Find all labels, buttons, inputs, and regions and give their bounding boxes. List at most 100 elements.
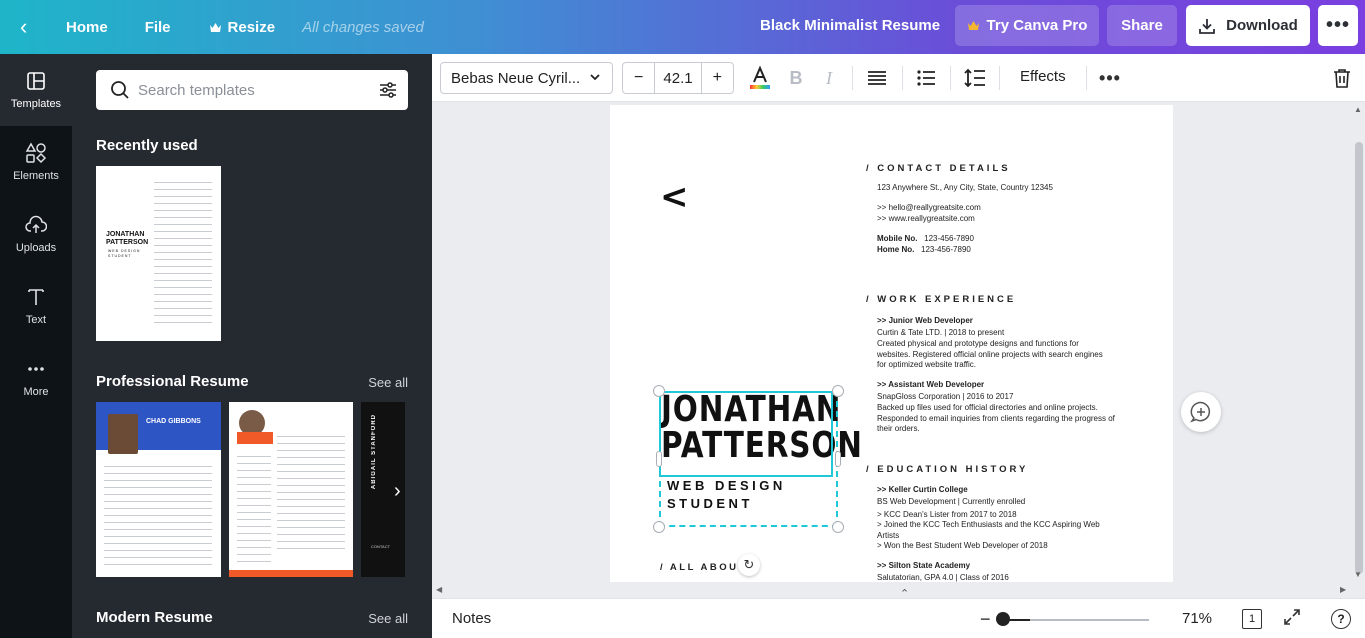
document-title[interactable]: Black Minimalist Resume xyxy=(760,17,940,34)
top-bar: ‹ Home File Resize All changes saved Bla… xyxy=(0,0,1365,54)
edu1-item[interactable]: > KCC Dean's Lister from 2017 to 2018 xyxy=(877,510,1127,521)
increase-font-size-button[interactable]: + xyxy=(702,63,733,93)
delete-button[interactable] xyxy=(1330,64,1354,92)
edu1-school[interactable]: >> Keller Curtin College xyxy=(877,485,1127,496)
rail-label: Text xyxy=(25,314,47,326)
rail-item-templates[interactable]: Templates xyxy=(0,54,72,126)
zoom-level[interactable]: 71% xyxy=(1182,610,1212,627)
resize-handle-bottom-right[interactable] xyxy=(832,521,844,533)
edu1-item[interactable]: > Joined the KCC Tech Enthusiasts and th… xyxy=(877,520,1109,541)
text-color-icon xyxy=(750,65,770,89)
try-canva-pro-button[interactable]: Try Canva Pro xyxy=(955,5,1099,46)
templates-panel: Recently used < JONATHAN PATTERSON WEB D… xyxy=(72,54,432,638)
italic-button[interactable]: I xyxy=(817,64,841,92)
resize-handle-left[interactable] xyxy=(656,451,662,467)
job2-title[interactable]: >> Assistant Web Developer xyxy=(877,380,1127,391)
bold-button[interactable]: B xyxy=(784,64,808,92)
contact-heading[interactable]: / CONTACT DETAILS xyxy=(866,163,1011,174)
toolbar-more-button[interactable]: ••• xyxy=(1098,64,1122,92)
job1-description[interactable]: Created physical and prototype designs a… xyxy=(877,339,1109,371)
template-search xyxy=(96,70,408,110)
edu2-degree[interactable]: Salutatorian, GPA 4.0 | Class of 2016 xyxy=(877,573,1127,584)
edu1-degree[interactable]: BS Web Development | Currently enrolled xyxy=(877,497,1127,508)
resize-handle-top-right[interactable] xyxy=(832,385,844,397)
scroll-up-arrow-icon[interactable]: ▲ xyxy=(1354,105,1362,114)
see-all-professional[interactable]: See all xyxy=(368,375,408,390)
edu2-school[interactable]: >> Silton State Academy xyxy=(877,561,1127,572)
decrease-font-size-button[interactable]: − xyxy=(623,63,654,93)
carousel-next-icon[interactable]: › xyxy=(394,480,401,503)
search-input[interactable] xyxy=(138,81,378,99)
contact-email[interactable]: >> hello@reallygreatsite.com xyxy=(877,203,1127,214)
thumb-name: CHAD GIBBONS xyxy=(146,418,201,425)
job1-title[interactable]: >> Junior Web Developer xyxy=(877,316,1127,327)
scroll-down-arrow-icon[interactable]: ▼ xyxy=(1354,570,1362,579)
rail-item-more[interactable]: More xyxy=(0,342,72,414)
line-spacing-icon xyxy=(964,68,985,88)
home-number: 123-456-7890 xyxy=(921,245,971,254)
template-thumb-professional-1[interactable]: CHAD GIBBONS xyxy=(96,402,221,577)
resize-label: Resize xyxy=(227,18,276,36)
fullscreen-button[interactable] xyxy=(1283,608,1301,631)
work-heading[interactable]: / WORK EXPERIENCE xyxy=(866,294,1016,305)
contact-mobile[interactable]: Mobile No. 123-456-7890 xyxy=(877,234,1127,245)
resize-handle-right[interactable] xyxy=(835,451,841,467)
add-comment-button[interactable] xyxy=(1181,392,1221,432)
try-canva-pro-label: Try Canva Pro xyxy=(986,17,1088,34)
template-thumb-recent[interactable]: < JONATHAN PATTERSON WEB DESIGN STUDENT … xyxy=(96,166,221,341)
group-selection-box xyxy=(659,391,838,527)
horizontal-scrollbar-track[interactable] xyxy=(432,582,1352,598)
notes-button[interactable]: Notes xyxy=(452,610,491,627)
edu1-item[interactable]: > Won the Best Student Web Developer of … xyxy=(877,541,1127,552)
toolbar-divider xyxy=(950,66,951,90)
thumb-text-lines xyxy=(237,452,271,562)
alignment-button[interactable] xyxy=(865,64,889,92)
spacing-button[interactable] xyxy=(963,64,987,92)
effects-button[interactable]: Effects xyxy=(1020,68,1066,85)
rotate-handle[interactable]: ↻ xyxy=(738,554,760,576)
job2-company[interactable]: SnapGloss Corporation | 2016 to 2017 xyxy=(877,392,1127,403)
template-thumb-professional-2[interactable] xyxy=(229,402,353,577)
contact-home[interactable]: Home No. 123-456-7890 xyxy=(877,245,1127,256)
contact-website[interactable]: >> www.reallygreatsite.com xyxy=(877,214,1127,225)
job2-description[interactable]: Backed up files used for official direct… xyxy=(877,403,1122,435)
scroll-right-arrow-icon[interactable]: ▶ xyxy=(1340,585,1346,594)
rail-item-elements[interactable]: Elements xyxy=(0,126,72,198)
share-button[interactable]: Share xyxy=(1107,5,1177,46)
toolbar-divider xyxy=(902,66,903,90)
rail-item-uploads[interactable]: Uploads xyxy=(0,198,72,270)
save-status: All changes saved xyxy=(302,18,424,36)
contact-address[interactable]: 123 Anywhere St., Any City, State, Count… xyxy=(877,183,1127,194)
font-size-input[interactable]: 42.1 xyxy=(654,63,702,93)
resume-chevron-graphic[interactable]: < xyxy=(660,177,689,217)
rail-item-text[interactable]: Text xyxy=(0,270,72,342)
font-family-select[interactable]: Bebas Neue Cyril... xyxy=(440,62,613,94)
elements-icon xyxy=(25,142,47,164)
page-count-button[interactable]: 1 xyxy=(1242,609,1262,629)
download-icon xyxy=(1199,18,1216,34)
trash-icon xyxy=(1334,69,1350,88)
back-chevron-icon[interactable]: ‹ xyxy=(20,14,38,40)
vertical-scrollbar-thumb[interactable] xyxy=(1355,142,1363,574)
scroll-left-arrow-icon[interactable]: ◀ xyxy=(436,585,442,594)
more-options-button[interactable]: ••• xyxy=(1318,5,1358,46)
job1-company[interactable]: Curtin & Tate LTD. | 2018 to present xyxy=(877,328,1127,339)
download-button[interactable]: Download xyxy=(1186,5,1310,46)
list-button[interactable] xyxy=(914,64,938,92)
resize-handle-top-left[interactable] xyxy=(653,385,665,397)
see-all-modern[interactable]: See all xyxy=(368,611,408,626)
more-dots-icon: ••• xyxy=(1099,67,1121,88)
resize-handle-bottom-left[interactable] xyxy=(653,521,665,533)
about-heading[interactable]: / ALL ABOUT xyxy=(660,562,747,573)
filter-icon[interactable] xyxy=(378,80,398,100)
text-color-button[interactable] xyxy=(748,64,772,92)
help-button[interactable]: ? xyxy=(1331,609,1351,629)
file-menu[interactable]: File xyxy=(145,19,171,36)
zoom-slider-knob[interactable] xyxy=(996,612,1010,626)
home-link[interactable]: Home xyxy=(66,19,108,36)
education-heading[interactable]: / EDUCATION HISTORY xyxy=(866,464,1028,475)
thumb-chevron: < xyxy=(106,180,111,189)
zoom-out-icon[interactable]: − xyxy=(980,609,991,630)
resize-button[interactable]: Resize xyxy=(209,18,276,36)
thumb-text-lines xyxy=(154,178,212,328)
